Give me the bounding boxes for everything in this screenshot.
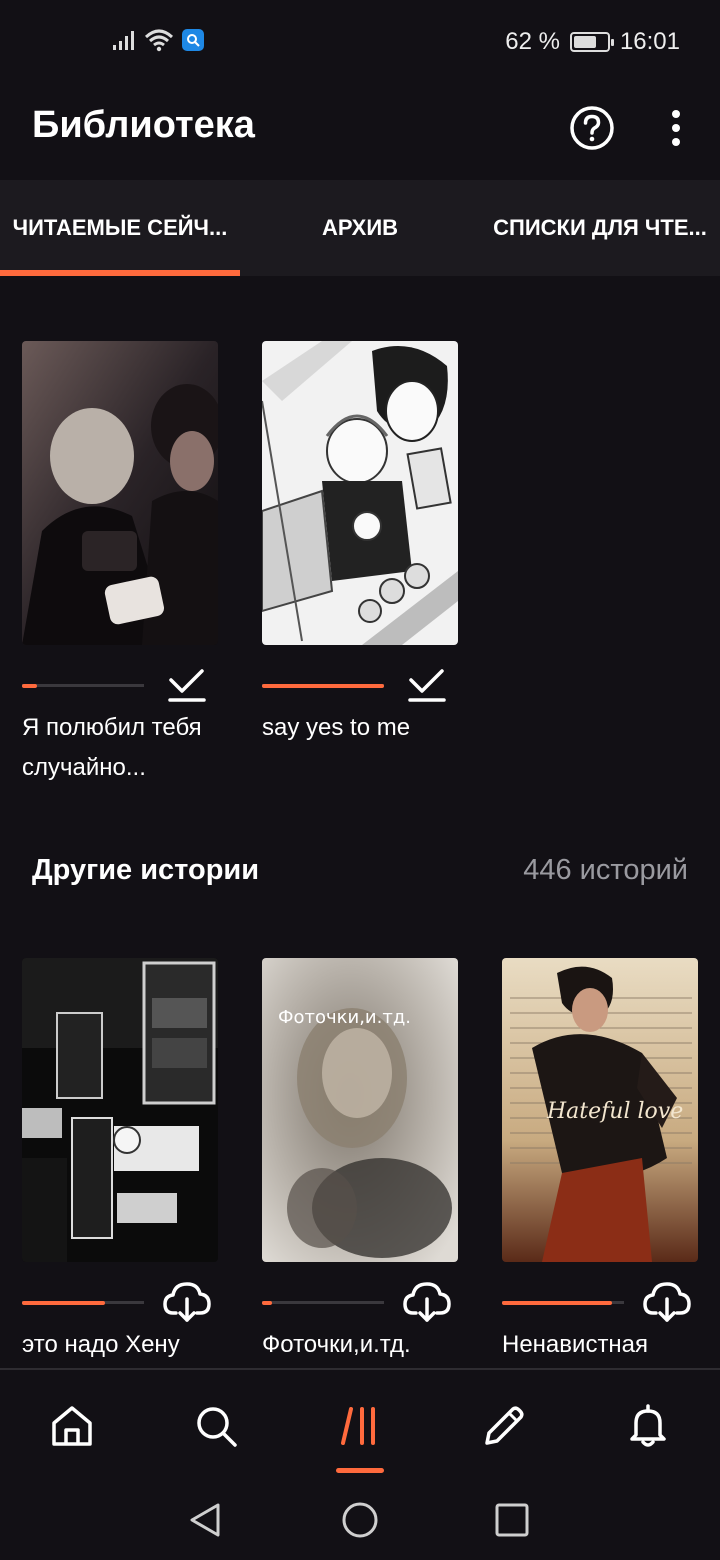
recents-square-icon	[495, 1503, 529, 1537]
nav-notifications[interactable]	[620, 1398, 676, 1454]
library-tabs: ЧИТАЕМЫЕ СЕЙЧ... АРХИВ СПИСКИ ДЛЯ ЧТЕ...	[0, 180, 720, 276]
story-title[interactable]: say yes to me	[262, 708, 482, 748]
reading-progress	[22, 1300, 144, 1305]
story-card[interactable]: это надо Хену	[22, 958, 218, 1358]
nav-search[interactable]	[188, 1398, 244, 1454]
story-card[interactable]: Hateful love Ненавистная	[502, 958, 698, 1358]
story-cover[interactable]	[262, 341, 458, 645]
active-tab-indicator	[0, 270, 240, 276]
reading-progress	[262, 1300, 384, 1305]
story-cover[interactable]: Фоточки,и.тд.	[262, 958, 458, 1262]
reading-progress-fill	[262, 683, 384, 688]
bottom-navigation	[0, 1368, 720, 1480]
page-title: Библиотека	[32, 104, 255, 146]
story-title[interactable]: Ненавистная	[502, 1325, 720, 1365]
story-title[interactable]: Я полюбил тебя случайно...	[22, 708, 242, 788]
download-button[interactable]	[402, 1279, 452, 1323]
reading-progress-fill	[22, 1300, 105, 1305]
story-card[interactable]: say yes to me	[262, 341, 458, 741]
cover-text: Фоточки,и.тд.	[278, 1007, 411, 1028]
recents-button[interactable]	[492, 1500, 532, 1540]
battery-percentage: 62 %	[505, 28, 560, 55]
reading-progress	[262, 683, 384, 688]
home-circle-icon	[342, 1502, 378, 1538]
back-triangle-icon	[190, 1503, 220, 1537]
system-navigation-bar	[0, 1480, 720, 1560]
write-icon	[485, 1406, 524, 1445]
story-title[interactable]: Фоточки,и.тд.	[262, 1325, 482, 1365]
reading-progress	[502, 1300, 624, 1305]
download-cloud-icon	[403, 1282, 451, 1322]
story-cover[interactable]	[22, 958, 218, 1262]
reading-progress-fill	[502, 1300, 612, 1305]
completed-button[interactable]	[402, 663, 452, 707]
active-nav-indicator	[336, 1468, 384, 1473]
wifi-icon	[144, 29, 174, 52]
reading-progress-fill	[262, 1300, 272, 1305]
check-icon	[168, 669, 206, 702]
more-options-button[interactable]	[652, 104, 700, 152]
reading-progress-fill	[22, 683, 37, 688]
download-cloud-icon	[643, 1282, 691, 1322]
check-icon	[408, 669, 446, 702]
stories-count: 446 историй	[523, 854, 688, 886]
status-icons-left	[112, 28, 204, 52]
nav-write[interactable]	[476, 1398, 532, 1454]
cover-text: Hateful love	[546, 1099, 683, 1124]
home-icon	[52, 1406, 92, 1446]
question-circle-icon	[570, 106, 614, 150]
battery-icon	[569, 32, 614, 52]
status-icons-right: 62 % 16:01	[505, 28, 680, 56]
clock: 16:01	[619, 28, 680, 55]
back-button[interactable]	[186, 1500, 226, 1540]
app-header: Библиотека	[0, 84, 720, 180]
reading-progress	[22, 683, 144, 688]
nav-library[interactable]	[332, 1398, 388, 1454]
nav-home[interactable]	[44, 1398, 100, 1454]
story-cover[interactable]	[22, 341, 218, 645]
story-card[interactable]: Фоточки,и.тд. Фоточки,и.тд.	[262, 958, 458, 1358]
completed-button[interactable]	[162, 663, 212, 707]
story-title[interactable]: это надо Хену	[22, 1325, 242, 1365]
tab-currently-reading[interactable]: ЧИТАЕМЫЕ СЕЙЧ...	[0, 180, 240, 276]
download-button[interactable]	[642, 1279, 692, 1323]
story-card[interactable]: Я полюбил тебя случайно...	[22, 341, 218, 781]
download-button[interactable]	[162, 1279, 212, 1323]
library-icon	[341, 1407, 375, 1445]
story-cover[interactable]: Hateful love	[502, 958, 698, 1262]
notifications-icon	[630, 1404, 666, 1447]
help-button[interactable]	[568, 104, 616, 152]
status-bar: 62 % 16:01	[0, 0, 720, 84]
tab-reading-lists[interactable]: СПИСКИ ДЛЯ ЧТЕ...	[480, 180, 720, 276]
search-app-icon	[182, 29, 204, 51]
signal-icon	[113, 31, 134, 50]
section-title: Другие истории	[32, 854, 260, 886]
home-system-button[interactable]	[340, 1500, 380, 1540]
download-cloud-icon	[163, 1282, 211, 1322]
search-icon	[197, 1407, 237, 1447]
tab-archive[interactable]: АРХИВ	[240, 180, 480, 276]
more-vertical-icon	[672, 110, 680, 146]
